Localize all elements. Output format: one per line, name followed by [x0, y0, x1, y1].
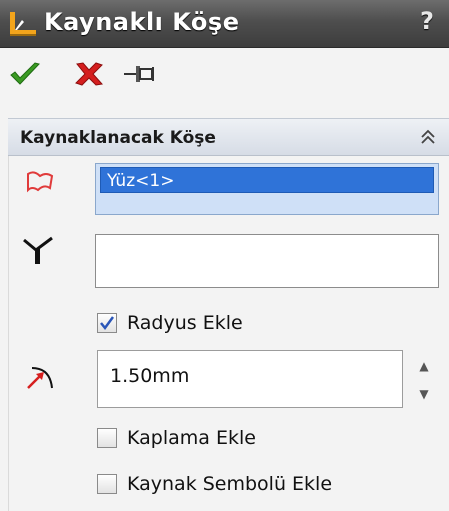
weld-corner-icon: [10, 12, 36, 36]
collapse-chevron-icon[interactable]: [419, 128, 437, 146]
radius-input[interactable]: 1.50mm: [97, 350, 403, 408]
radius-icon: [27, 367, 53, 389]
add-radius-row[interactable]: Radyus Ekle: [97, 310, 317, 336]
radius-spinner[interactable]: ▲ ▼: [410, 352, 438, 408]
ok-check-icon[interactable]: [8, 60, 42, 88]
faces-selection-list[interactable]: Yüz<1>: [95, 163, 439, 215]
spin-up-button[interactable]: ▲: [410, 352, 438, 380]
face-icon: [27, 171, 54, 193]
edges-selection-list[interactable]: [95, 234, 439, 288]
add-texture-row[interactable]: Kaplama Ekle: [97, 425, 357, 451]
toolbar: [0, 48, 449, 102]
section-title: Kaynaklanacak Köşe: [20, 128, 216, 148]
add-weld-symbol-label: Kaynak Sembolü Ekle: [127, 473, 333, 495]
add-radius-checkbox[interactable]: [97, 313, 117, 333]
add-texture-label: Kaplama Ekle: [127, 427, 256, 449]
title-bar: Kaynaklı Köşe ?: [0, 0, 449, 48]
spin-down-button[interactable]: ▼: [410, 380, 438, 408]
add-radius-label: Radyus Ekle: [127, 312, 243, 334]
add-texture-checkbox[interactable]: [97, 428, 117, 448]
pin-icon[interactable]: [122, 60, 156, 88]
cancel-x-icon[interactable]: [72, 60, 106, 88]
list-item[interactable]: Yüz<1>: [100, 167, 434, 193]
weld-bead-icon: [23, 236, 53, 264]
radius-value: 1.50mm: [110, 365, 190, 387]
section-header[interactable]: Kaynaklanacak Köşe: [8, 118, 449, 156]
help-button[interactable]: ?: [415, 6, 439, 36]
add-weld-symbol-row[interactable]: Kaynak Sembolü Ekle: [97, 471, 417, 497]
window-title: Kaynaklı Köşe: [44, 8, 240, 36]
checkmark-icon: [100, 316, 115, 331]
add-weld-symbol-checkbox[interactable]: [97, 474, 117, 494]
